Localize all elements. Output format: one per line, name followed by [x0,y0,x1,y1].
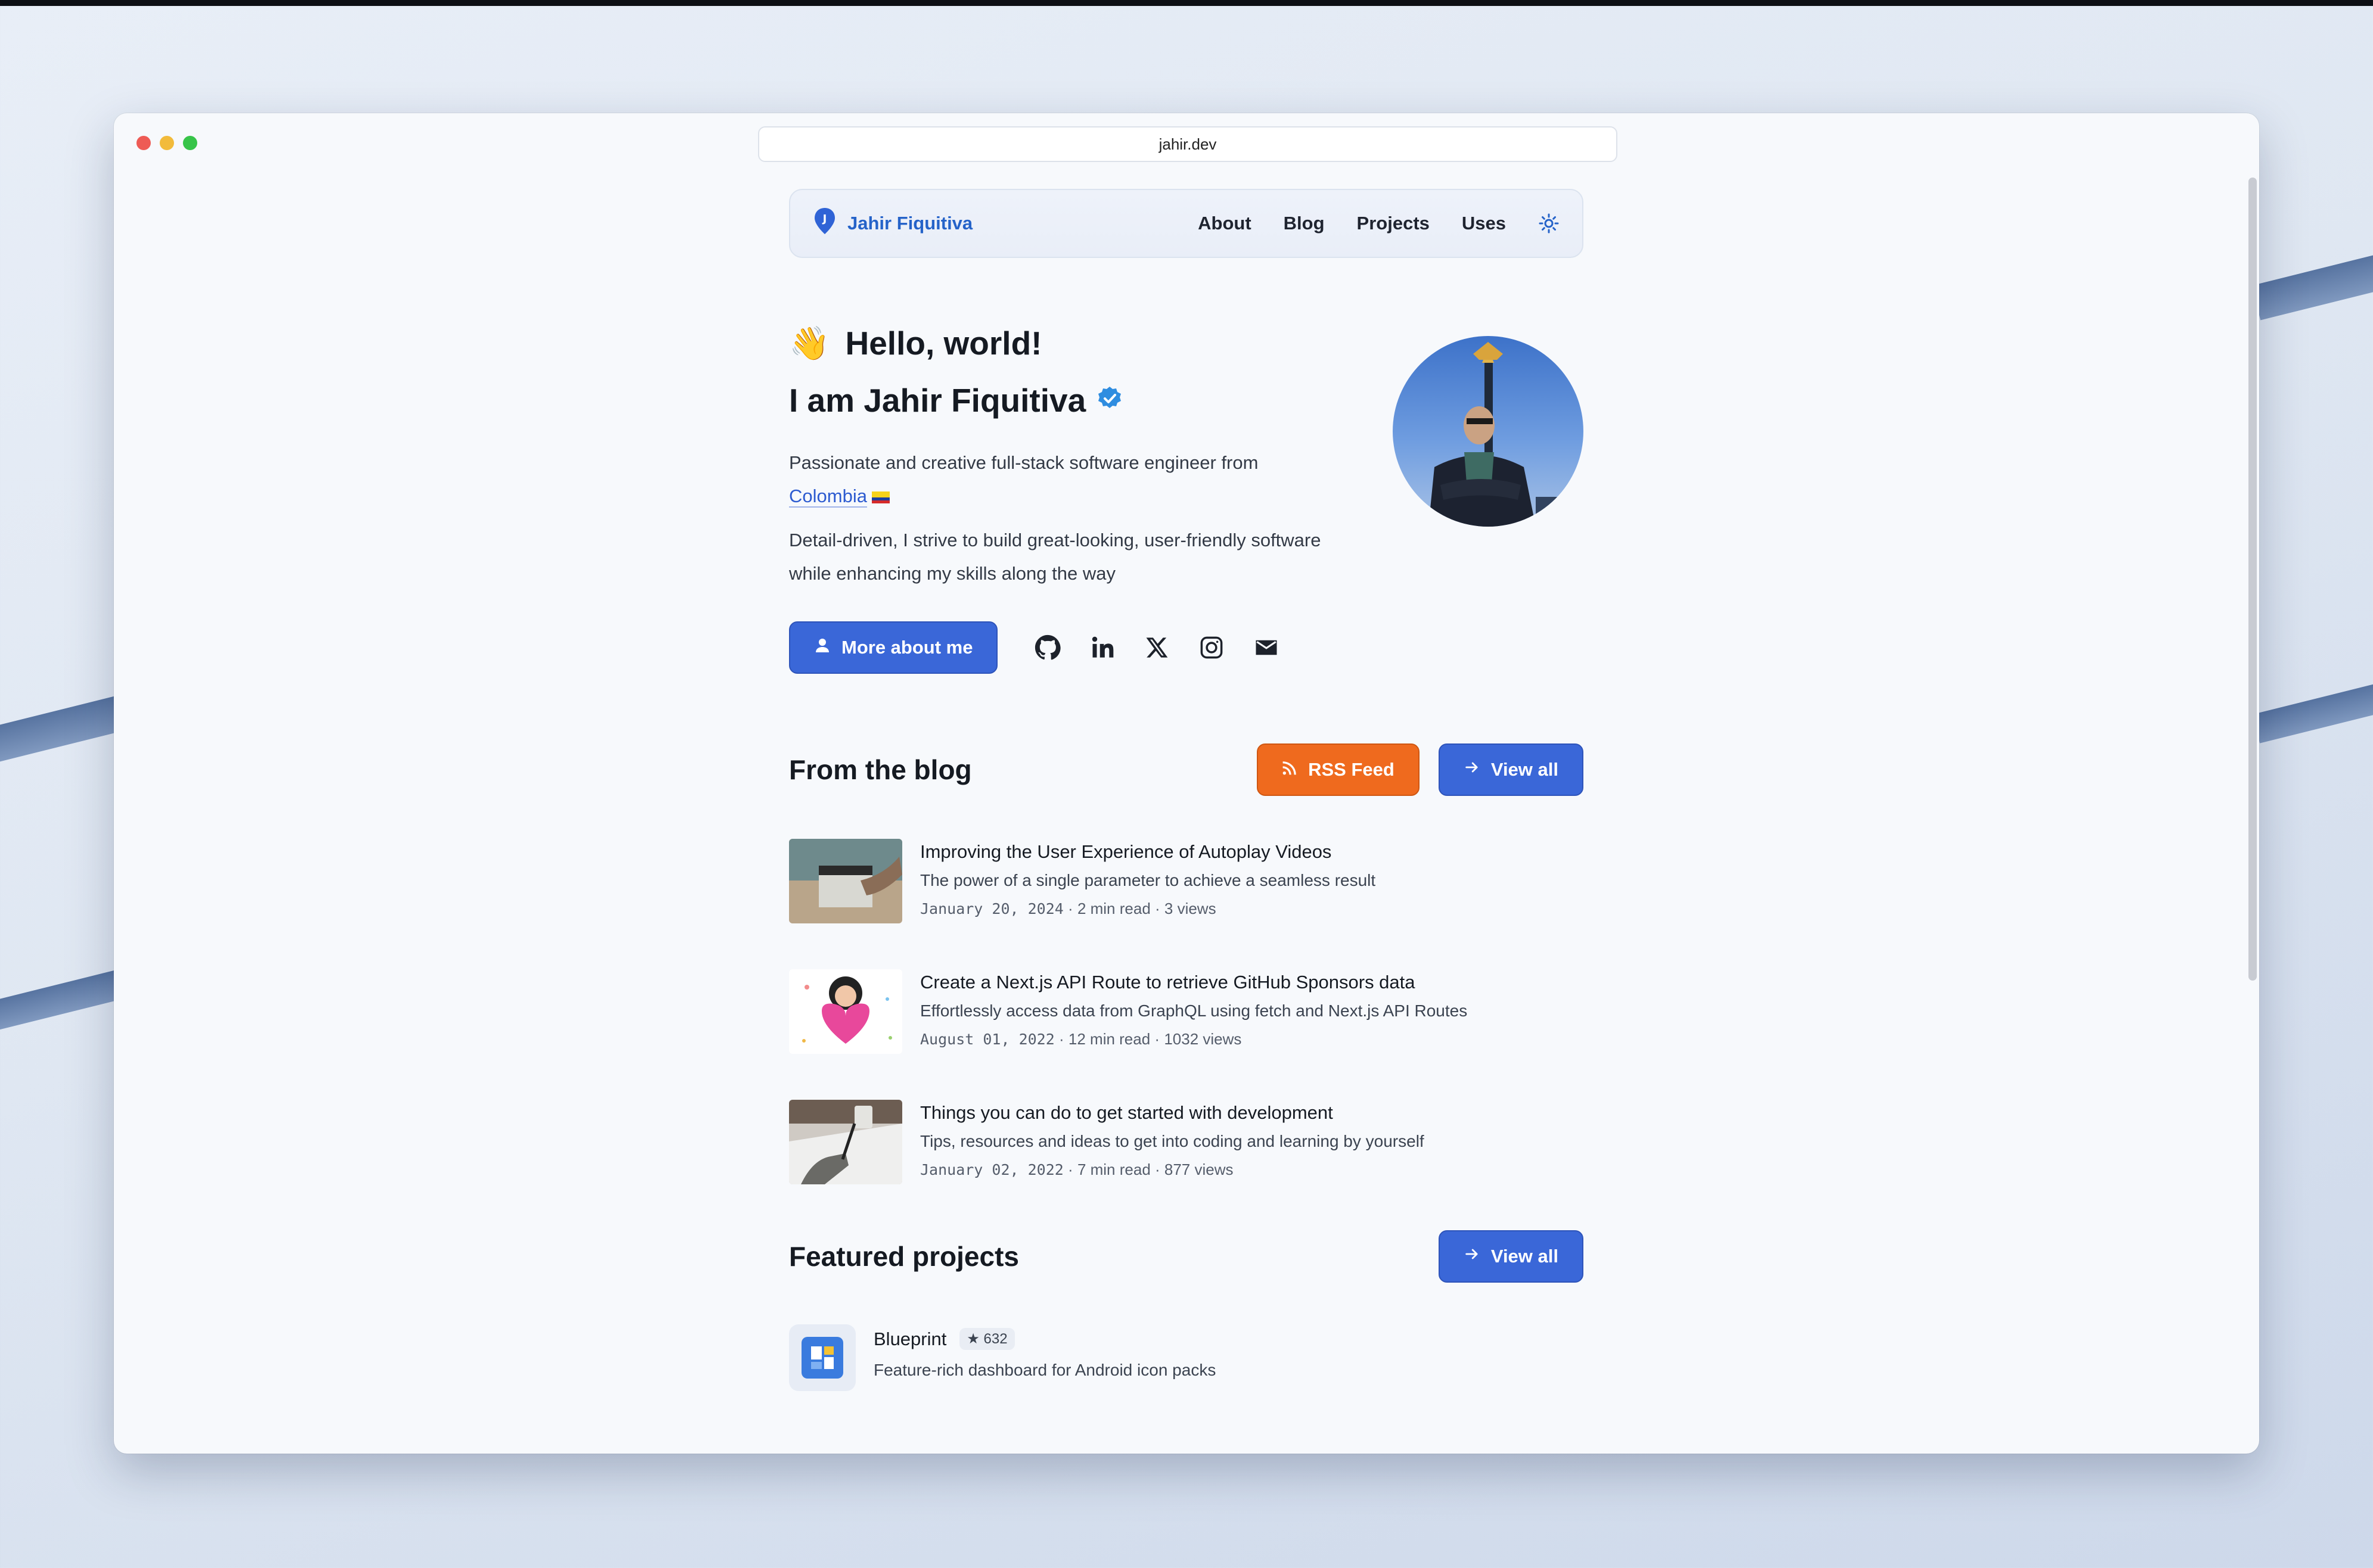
social-links [1035,634,1279,661]
linkedin-icon[interactable] [1091,635,1116,660]
post-description: The power of a single parameter to achie… [920,871,1376,889]
post-read-time: 7 min read [1077,1161,1151,1178]
project-body: Blueprint ★ 632 Feature-rich dashboard f… [874,1324,1216,1391]
post-description: Effortlessly access data from GraphQL us… [920,1001,1468,1020]
instagram-icon[interactable] [1199,635,1224,660]
x-icon[interactable] [1145,636,1169,659]
blog-title: From the blog [789,754,972,785]
arrow-right-icon [1464,759,1480,780]
post-title[interactable]: Create a Next.js API Route to retrieve G… [920,972,1467,993]
post-body: Create a Next.js API Route to retrieve G… [920,969,1467,1054]
post-title[interactable]: Improving the User Experience of Autopla… [920,841,1375,863]
post-thumbnail [789,839,902,923]
post-views: 3 views [1164,900,1216,917]
post-list: Improving the User Experience of Autopla… [789,839,1583,1185]
post-item[interactable]: Things you can do to get started with de… [789,1100,1583,1185]
brand-link[interactable]: J Jahir Fiquitiva [813,207,973,240]
wallpaper-band [2252,657,2373,743]
post-body: Improving the User Experience of Autopla… [920,839,1375,924]
nav-projects[interactable]: Projects [1357,213,1430,234]
star-icon: ★ [967,1331,980,1347]
waving-hand-icon: 👋 [789,324,830,362]
theme-toggle-sun-icon[interactable] [1538,213,1560,234]
post-meta: January 02, 2022 · 7 min read · 877 view… [920,1161,1234,1178]
maximize-window-button[interactable] [183,136,197,150]
verified-badge-icon [1097,381,1123,419]
arrow-right-icon [1464,1246,1480,1267]
user-icon [814,637,831,658]
nav-blog[interactable]: Blog [1284,213,1325,234]
post-title[interactable]: Things you can do to get started with de… [920,1102,1424,1124]
blueprint-logo-icon [789,1324,856,1391]
intro-text: I am Jahir Fiquitiva [789,382,1086,419]
rss-icon [1282,759,1297,780]
post-thumbnail [789,1100,902,1184]
post-date: January 20, 2024 [920,900,1064,917]
mail-icon[interactable] [1254,635,1279,660]
close-window-button[interactable] [136,136,151,150]
bio-paragraph-1: Passionate and creative full-stack softw… [789,446,1361,513]
project-name[interactable]: Blueprint [874,1329,946,1350]
minimize-window-button[interactable] [160,136,174,150]
blog-view-all-button[interactable]: View all [1438,743,1583,796]
post-item[interactable]: Create a Next.js API Route to retrieve G… [789,969,1583,1054]
screen-top-edge [0,0,2373,6]
page-content: J Jahir Fiquitiva About Blog Projects Us… [789,189,1583,1391]
blog-view-all-label: View all [1490,759,1558,780]
brand-name: Jahir Fiquitiva [847,213,973,234]
bio-text-1: Passionate and creative full-stack softw… [789,452,1259,473]
post-meta: January 20, 2024 · 2 min read · 3 views [920,900,1216,917]
hero-actions: More about me [789,621,1583,674]
projects-header: Featured projects View all [789,1230,1583,1283]
project-description: Feature-rich dashboard for Android icon … [874,1361,1216,1379]
post-date: August 01, 2022 [920,1031,1055,1048]
rss-feed-label: RSS Feed [1308,759,1394,780]
post-date: January 02, 2022 [920,1161,1064,1178]
post-read-time: 2 min read [1077,900,1151,917]
bio-paragraph-2: Detail-driven, I strive to build great-l… [789,530,1321,584]
projects-view-all-button[interactable]: View all [1438,1230,1583,1283]
rss-feed-button[interactable]: RSS Feed [1257,743,1420,796]
blog-header: From the blog RSS Feed View all [789,743,1583,796]
project-stars-badge: ★ 632 [959,1328,1015,1350]
post-description: Tips, resources and ideas to get into co… [920,1132,1424,1150]
more-about-me-label: More about me [841,637,973,658]
nav-about[interactable]: About [1198,213,1251,234]
post-views: 1032 views [1164,1030,1242,1048]
colombia-flag-icon [871,491,890,503]
blog-section: From the blog RSS Feed View all Improvin… [789,743,1583,1185]
browser-window: jahir.dev J Jahir Fiquitiva About Blog P… [114,113,2259,1454]
post-meta: August 01, 2022 · 12 min read · 1032 vie… [920,1030,1242,1048]
wallpaper-band [2251,228,2373,321]
post-read-time: 12 min read [1068,1030,1151,1048]
post-body: Things you can do to get started with de… [920,1100,1424,1185]
project-title-row: Blueprint ★ 632 [874,1328,1216,1350]
hero-section: 👋 Hello, world! I am Jahir Fiquitiva Pas… [789,322,1583,674]
project-item[interactable]: Blueprint ★ 632 Feature-rich dashboard f… [789,1324,1583,1391]
projects-view-all-label: View all [1490,1246,1558,1267]
projects-title: Featured projects [789,1241,1019,1272]
page-scrollbar[interactable] [2248,178,2257,981]
address-bar[interactable]: jahir.dev [758,126,1617,162]
github-icon[interactable] [1035,634,1061,661]
logo-pin-icon: J [813,207,837,240]
blog-buttons: RSS Feed View all [1257,743,1583,796]
site-nav: J Jahir Fiquitiva About Blog Projects Us… [789,189,1583,258]
country-link[interactable]: Colombia [789,486,867,508]
projects-section: Featured projects View all Blueprint ★ 6… [789,1230,1583,1391]
svg-text:J: J [822,213,827,225]
greeting-text: Hello, world! [845,325,1042,362]
post-views: 877 views [1164,1161,1234,1178]
post-item[interactable]: Improving the User Experience of Autopla… [789,839,1583,924]
window-controls [136,136,197,150]
profile-avatar [1393,336,1583,527]
more-about-me-button[interactable]: More about me [789,621,998,674]
nav-links: About Blog Projects Uses [1198,213,1560,234]
nav-uses[interactable]: Uses [1462,213,1506,234]
project-stars-count: 632 [983,1331,1008,1347]
post-thumbnail [789,969,902,1054]
